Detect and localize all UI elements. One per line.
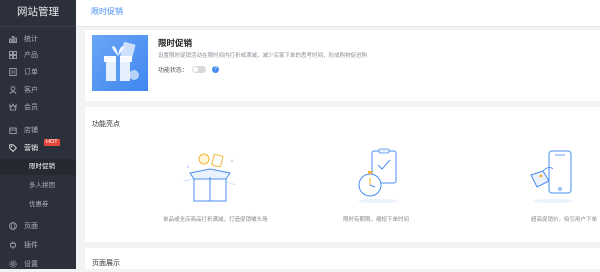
top-bar: 限时促销: [76, 0, 600, 27]
sidebar-item-marketing[interactable]: 营销 HOT: [0, 139, 76, 156]
switch-label: 功能状态：: [158, 68, 189, 74]
sidebar-item-label: 营销: [24, 145, 38, 152]
hot-badge: HOT: [44, 139, 60, 146]
display-title: 页面展示: [92, 260, 120, 267]
gear-icon: [9, 260, 17, 268]
gift-illustration-icon: [104, 41, 139, 81]
gift-box-icon: [180, 147, 240, 209]
breadcrumb[interactable]: 限时促销: [91, 6, 123, 17]
features-title: 功能亮点: [92, 121, 120, 128]
sidebar-item-orders[interactable]: 订单: [0, 64, 76, 80]
crown-icon: [9, 103, 17, 111]
feature-toggle[interactable]: [192, 66, 207, 73]
features-card: 功能亮点 单品或全店商品打折满减，打造促销噱头场 限时有期限，缩短下单时间 超高…: [85, 107, 600, 242]
sidebar-subitem-coupons[interactable]: 优惠券: [0, 197, 76, 213]
list-icon: [9, 68, 17, 76]
sidebar-item-label: 产品: [24, 52, 38, 59]
stopwatch-icon: [350, 147, 410, 209]
sidebar-item-label: 统计: [24, 36, 38, 43]
sidebar-item-pages[interactable]: 页面: [0, 218, 76, 234]
sidebar-item-store[interactable]: 店铺: [0, 122, 76, 138]
sidebar-item-label: 插件: [24, 242, 38, 249]
grid-icon: [9, 51, 17, 59]
sidebar-item-settings[interactable]: 设置: [0, 256, 76, 272]
sidebar-item-label: 页面: [24, 223, 38, 230]
chart-icon: [9, 35, 17, 43]
promo-card: 限时促销 设置限时促销活动在限时间内打折或满减，减少买家下单的思考时间，形成购物…: [85, 30, 600, 101]
price-tag-icon: [523, 147, 583, 209]
user-icon: [9, 86, 17, 94]
store-icon: [9, 126, 17, 134]
feature-status-row: 功能状态： ?: [158, 65, 220, 74]
sidebar-title: 网站管理: [0, 0, 76, 27]
plug-icon: [9, 241, 17, 249]
sidebar: 网站管理 统计 产品 订单 客户 会员 店铺 营销 HOT 限时促销 多人拼团 …: [0, 0, 76, 269]
sidebar-item-label: 订单: [24, 69, 38, 76]
sidebar-item-stats[interactable]: 统计: [0, 31, 76, 47]
feature-caption: 超高促销价，吸引用户下单: [531, 217, 598, 223]
sidebar-item-products[interactable]: 产品: [0, 47, 76, 63]
tag-icon: [9, 144, 17, 152]
sidebar-subitem-flash-sale[interactable]: 限时促销: [0, 159, 76, 175]
promo-title: 限时促销: [158, 38, 193, 48]
sidebar-item-label: 设置: [24, 261, 38, 268]
sidebar-subitem-group-buy[interactable]: 多人拼团: [0, 178, 76, 194]
display-card: 页面展示: [85, 248, 600, 269]
sidebar-item-members[interactable]: 会员: [0, 99, 76, 115]
sidebar-item-label: 客户: [24, 87, 38, 94]
promo-description: 设置限时促销活动在限时间内打折或满减，减少买家下单的思考时间，形成购物促进购: [158, 53, 368, 59]
feature-caption: 单品或全店商品打折满减，打造促销噱头场: [163, 217, 268, 223]
flash-sale-illustration: [92, 35, 148, 91]
sidebar-item-label: 会员: [24, 104, 38, 111]
help-icon[interactable]: ?: [212, 66, 220, 73]
globe-icon: [9, 222, 17, 230]
sidebar-item-customers[interactable]: 客户: [0, 82, 76, 98]
feature-caption: 限时有期限，缩短下单时间: [343, 217, 410, 223]
sidebar-item-label: 店铺: [24, 127, 38, 134]
sidebar-item-plugins[interactable]: 插件: [0, 237, 76, 253]
